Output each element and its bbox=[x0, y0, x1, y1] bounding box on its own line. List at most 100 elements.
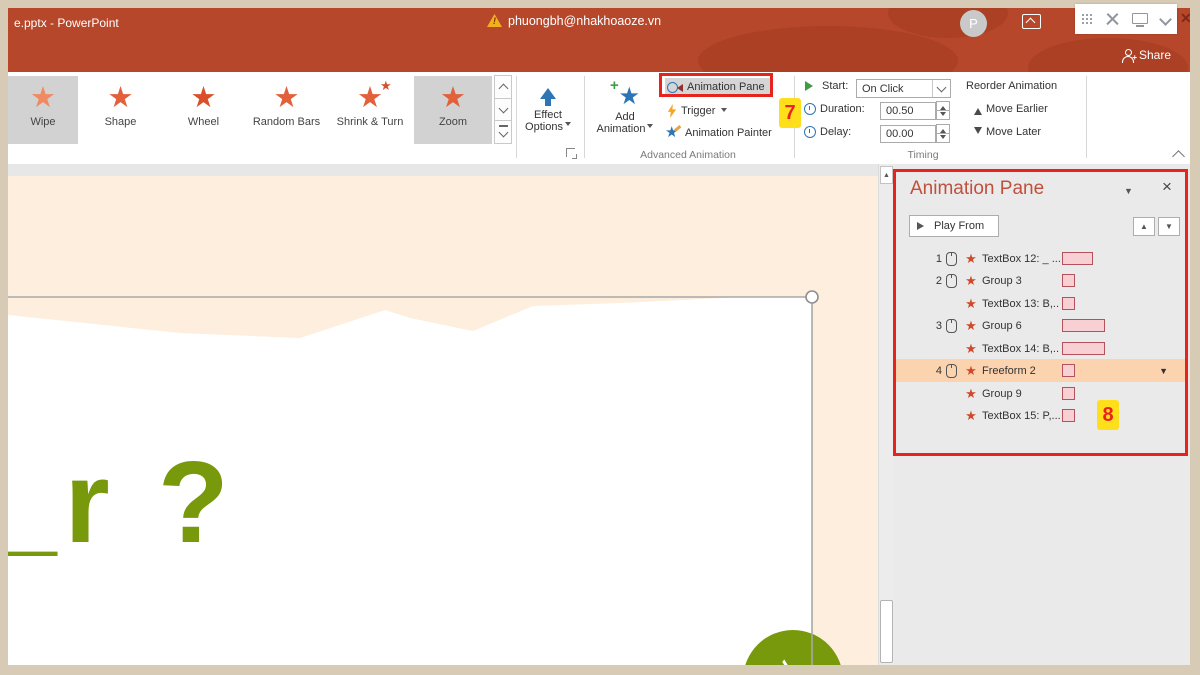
move-earlier-icon bbox=[974, 104, 982, 115]
window-frame bbox=[1190, 0, 1200, 675]
animation-pane-title: Animation Pane bbox=[910, 178, 1044, 200]
gallery-more-button[interactable] bbox=[494, 120, 512, 144]
animation-painter-icon: ★ bbox=[665, 126, 681, 140]
share-person-icon: + bbox=[1122, 49, 1134, 62]
delay-input[interactable]: 00.00 bbox=[880, 125, 936, 143]
share-button[interactable]: + Share bbox=[1122, 48, 1171, 62]
grid-icon[interactable] bbox=[1082, 14, 1093, 25]
slide-shapes: > bbox=[8, 176, 878, 665]
timeline-bar[interactable] bbox=[1062, 252, 1093, 265]
resize-arrows-icon[interactable] bbox=[1106, 13, 1119, 26]
gallery-scrollbar bbox=[494, 76, 512, 144]
duration-clock-icon bbox=[804, 103, 816, 115]
gallery-scroll-down-button[interactable] bbox=[494, 98, 512, 122]
title-bar: e.pptx - PowerPoint ! phuongbh@nhakhoaoz… bbox=[8, 8, 1190, 72]
gallery-item-shrink-turn[interactable]: ★ ★ Shrink & Turn bbox=[328, 76, 412, 144]
duration-spinner bbox=[936, 102, 950, 120]
document-scrollbar[interactable]: ▲ bbox=[878, 164, 894, 665]
add-animation-button[interactable]: +★ Add Animation bbox=[590, 76, 660, 146]
move-earlier-button[interactable]: Move Earlier bbox=[974, 103, 1048, 115]
star-icon: ★ bbox=[963, 273, 979, 289]
chevron-down-icon[interactable] bbox=[1160, 13, 1173, 26]
step-7-badge: 7 bbox=[779, 98, 801, 128]
delay-down-button[interactable] bbox=[936, 133, 950, 143]
star-icon: ★ bbox=[963, 408, 979, 424]
timeline-bar[interactable] bbox=[1062, 274, 1075, 287]
gallery-item-random-bars[interactable]: ★ Random Bars bbox=[245, 76, 328, 144]
reorder-up-button[interactable]: ▲ bbox=[1133, 217, 1155, 236]
duration-down-button[interactable] bbox=[936, 110, 950, 120]
account-email[interactable]: phuongbh@nhakhoaoze.vn bbox=[508, 14, 661, 28]
pane-menu-caret-icon[interactable]: ▼ bbox=[1124, 186, 1133, 196]
capture-tool-overlay[interactable] bbox=[1075, 4, 1177, 34]
dropdown-caret-icon bbox=[721, 108, 727, 115]
lightning-icon bbox=[667, 104, 677, 118]
move-later-icon bbox=[974, 127, 982, 138]
wheel-star-icon: ★ bbox=[191, 82, 217, 114]
timeline-bar[interactable] bbox=[1062, 409, 1075, 422]
play-icon bbox=[917, 222, 928, 230]
gallery-scroll-up-button[interactable] bbox=[494, 75, 512, 99]
timeline-bar[interactable] bbox=[1062, 364, 1075, 377]
start-dropdown-chevron-icon[interactable] bbox=[932, 80, 950, 97]
animation-list-item-selected[interactable]: 4 ★ Freeform 2 ▼ bbox=[894, 359, 1186, 382]
animation-list-item[interactable]: ★ TextBox 15: P,... bbox=[894, 404, 1186, 427]
dialog-launcher-icon[interactable] bbox=[566, 148, 575, 157]
animation-list-item[interactable]: 3 ★ Group 6 bbox=[894, 314, 1186, 337]
group-separator bbox=[584, 76, 585, 158]
scroll-up-button[interactable]: ▲ bbox=[880, 166, 893, 184]
scrollbar-thumb[interactable] bbox=[880, 600, 893, 663]
ribbon-display-options-icon[interactable] bbox=[1022, 14, 1041, 29]
timeline-bar[interactable] bbox=[1062, 297, 1075, 310]
shrink-turn-small-star-icon: ★ bbox=[380, 78, 392, 94]
star-icon: ★ bbox=[963, 363, 979, 379]
delay-spinner bbox=[936, 125, 950, 143]
advanced-animation-group-label: Advanced Animation bbox=[598, 149, 778, 161]
animation-list-item[interactable]: ★ TextBox 14: B,... bbox=[894, 337, 1186, 360]
start-dropdown[interactable]: On Click bbox=[856, 79, 951, 98]
add-animation-icon: +★ bbox=[610, 79, 640, 107]
timeline-bar[interactable] bbox=[1062, 319, 1105, 332]
play-from-button[interactable]: Play From bbox=[909, 215, 999, 237]
avatar[interactable]: P bbox=[960, 10, 987, 37]
duration-row: Duration: bbox=[804, 103, 865, 115]
powerpoint-window: e.pptx - PowerPoint ! phuongbh@nhakhoaoz… bbox=[0, 0, 1200, 675]
account-warning-icon: ! bbox=[487, 14, 502, 27]
gallery-item-shape[interactable]: ★ Shape bbox=[79, 76, 162, 144]
window-title: e.pptx - PowerPoint bbox=[14, 16, 119, 30]
effect-options-arrow-stem bbox=[545, 98, 551, 106]
item-dropdown-caret-icon[interactable]: ▼ bbox=[1159, 366, 1168, 376]
slide-editor-area: > _r ? bbox=[8, 164, 878, 665]
gallery-item-wheel[interactable]: ★ Wheel bbox=[162, 76, 245, 144]
star-icon: ★ bbox=[963, 296, 979, 312]
mouse-click-icon bbox=[946, 274, 957, 288]
mouse-click-icon bbox=[946, 319, 957, 333]
ribbon: ★ Wipe ★ Shape ★ Wheel ★ Random Bars ★ ★… bbox=[8, 72, 1190, 165]
animation-list-item[interactable]: 1 ★ TextBox 12: _ ... bbox=[894, 247, 1186, 270]
animation-list-item[interactable]: ★ Group 9 bbox=[894, 382, 1186, 405]
monitor-icon[interactable] bbox=[1132, 13, 1148, 26]
slide-text[interactable]: _r ? bbox=[8, 444, 237, 560]
move-later-button[interactable]: Move Later bbox=[974, 126, 1041, 138]
animation-list-item[interactable]: ★ TextBox 13: B,... bbox=[894, 292, 1186, 315]
animation-list-item[interactable]: 2 ★ Group 3 bbox=[894, 269, 1186, 292]
trigger-button[interactable]: Trigger bbox=[667, 104, 727, 118]
zoom-star-icon: ★ bbox=[440, 82, 466, 114]
reorder-animation-title: Reorder Animation bbox=[966, 80, 1057, 92]
gallery-item-zoom[interactable]: ★ Zoom bbox=[414, 76, 492, 144]
duration-input[interactable]: 00.50 bbox=[880, 102, 936, 120]
collapse-ribbon-icon[interactable] bbox=[1172, 150, 1185, 163]
start-play-icon bbox=[805, 81, 818, 91]
animation-pane-button[interactable]: Animation Pane bbox=[665, 78, 773, 96]
timeline-bar[interactable] bbox=[1062, 342, 1105, 355]
effect-options-button[interactable]: Effect Options bbox=[518, 76, 578, 146]
reorder-down-button[interactable]: ▼ bbox=[1158, 217, 1180, 236]
timeline-bar[interactable] bbox=[1062, 387, 1075, 400]
pane-close-icon[interactable]: × bbox=[1162, 177, 1172, 197]
animation-painter-button[interactable]: ★ Animation Painter bbox=[665, 126, 772, 140]
group-separator bbox=[516, 76, 517, 158]
delay-row: Delay: bbox=[804, 126, 851, 138]
start-value: On Click bbox=[857, 83, 932, 95]
gallery-item-wipe[interactable]: ★ Wipe bbox=[8, 76, 78, 144]
slide-canvas[interactable]: > _r ? bbox=[8, 176, 878, 665]
